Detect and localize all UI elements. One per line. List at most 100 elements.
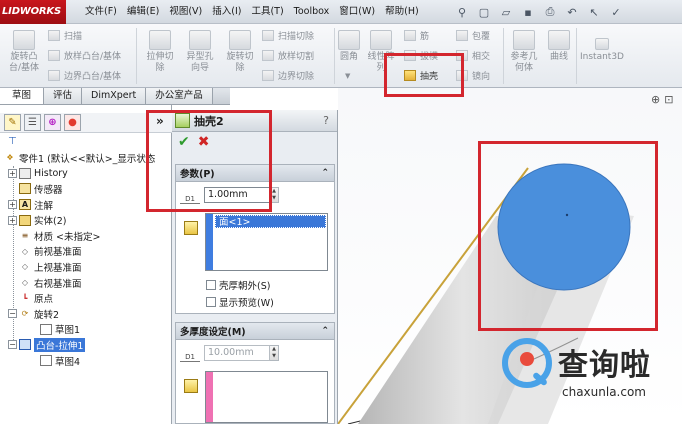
thickness-dimension-icon: D1: [180, 344, 200, 362]
mirror-label: 镜向: [472, 71, 491, 82]
boundary-cut-button[interactable]: 边界切除: [262, 68, 314, 82]
menu-window[interactable]: 窗口(W): [334, 0, 380, 24]
select-icon[interactable]: ↖: [584, 3, 604, 21]
plane-icon: ◇: [21, 246, 29, 256]
display-manager-tab-icon[interactable]: ●: [64, 114, 81, 131]
tree-node-revolve2[interactable]: − ⟳ 旋转2: [0, 306, 172, 322]
selected-face-item[interactable]: 面<1>: [215, 215, 326, 228]
wrap-button[interactable]: 包覆: [456, 28, 490, 42]
new-document-icon[interactable]: ▢: [474, 3, 494, 21]
print-icon[interactable]: ⎙: [540, 3, 560, 21]
tree-node-boss-extrude1[interactable]: − 凸台-拉伸1: [0, 337, 172, 353]
instant3d-icon: [595, 38, 609, 50]
linear-pattern-icon: [370, 30, 392, 50]
extruded-cut-button[interactable]: 拉伸切 除: [140, 30, 180, 74]
undo-icon[interactable]: ↶: [562, 3, 582, 21]
multi-thickness-faces-icon: [184, 379, 198, 393]
faces-to-remove-list[interactable]: 面<1>: [205, 213, 328, 271]
tree-node-material[interactable]: ≡ 材质 <未指定>: [0, 228, 172, 244]
expand-toggle[interactable]: −: [8, 309, 17, 319]
tab-office-products[interactable]: 办公室产品: [146, 88, 213, 104]
menu-edit[interactable]: 编辑(E): [122, 0, 164, 24]
quick-access-toolbar: ⚲ ▢ ▱ ▪ ⎙ ↶ ↖ ✓: [452, 3, 626, 21]
shell-tool-highlight-box: [384, 53, 464, 97]
tree-node-right-plane[interactable]: ◇ 右视基准面: [0, 275, 172, 291]
fillet-dropdown-icon[interactable]: ▼: [345, 72, 350, 80]
tree-node-solid-bodies[interactable]: + 实体(2): [0, 212, 172, 228]
command-manager-tabs: 草图 评估 DimXpert 办公室产品: [0, 88, 230, 105]
revolved-cut-button[interactable]: 旋转切 除: [220, 30, 260, 74]
show-preview-label: 显示预览(W): [219, 298, 274, 309]
pin-icon[interactable]: ⚲: [452, 3, 472, 21]
selection-color-strip: [206, 214, 213, 270]
lofted-cut-button[interactable]: 放样切割: [262, 48, 314, 62]
revolve-feature-icon: ⟳: [21, 309, 29, 319]
menu-view[interactable]: 视图(V): [164, 0, 207, 24]
open-icon[interactable]: ▱: [496, 3, 516, 21]
tab-sketch[interactable]: 草图: [0, 88, 45, 104]
multi-thickness-spinner[interactable]: ▲ ▼: [270, 345, 279, 361]
revolve-boss-label: 旋转凸 台/基体: [8, 52, 40, 73]
tree-node-top-plane[interactable]: ◇ 上视基准面: [0, 259, 172, 275]
tab-dimxpert[interactable]: DimXpert: [82, 88, 147, 104]
tree-node-label: 上视基准面: [34, 262, 82, 274]
faces-to-remove-icon: [184, 221, 198, 235]
fillet-label: 圆角: [339, 52, 358, 62]
expand-toggle[interactable]: +: [8, 168, 17, 178]
boundary-boss-button[interactable]: 边界凸台/基体: [48, 68, 121, 82]
collapse-icon[interactable]: ⌃: [321, 168, 329, 178]
checkbox-box[interactable]: [206, 297, 216, 307]
tree-node-front-plane[interactable]: ◇ 前视基准面: [0, 244, 172, 260]
lofted-cut-label: 放样切割: [278, 51, 315, 62]
swept-cut-icon: [262, 29, 274, 41]
multi-thickness-group-header[interactable]: 多厚度设定(M) ⌃: [176, 323, 334, 340]
menu-file[interactable]: 文件(F): [80, 0, 122, 24]
tab-evaluate[interactable]: 评估: [44, 88, 83, 104]
hole-wizard-icon: [189, 30, 211, 50]
checkbox-box[interactable]: [206, 280, 216, 290]
tree-node-label: 前视基准面: [34, 247, 82, 259]
multi-thickness-faces-list[interactable]: [205, 371, 328, 423]
sweep-button[interactable]: 扫描: [48, 28, 82, 42]
loft-icon: [48, 49, 60, 61]
swept-cut-button[interactable]: 扫描切除: [262, 28, 314, 42]
save-icon[interactable]: ▪: [518, 3, 538, 21]
property-manager-tab-icon[interactable]: ☰: [24, 114, 41, 131]
instant3d-button[interactable]: Instant3D: [578, 38, 626, 63]
app-logo: LIDWORKS: [0, 0, 66, 24]
rebuild-icon[interactable]: ✓: [606, 3, 626, 21]
tree-node-sketch4[interactable]: 草图4: [0, 353, 172, 369]
fillet-button[interactable]: 圆角: [336, 30, 362, 63]
menu-tools[interactable]: 工具(T): [246, 0, 288, 24]
configuration-manager-tab-icon[interactable]: ⊕: [44, 114, 61, 131]
menu-toolbox[interactable]: Toolbox: [289, 0, 335, 24]
extruded-cut-label: 拉伸切 除: [146, 52, 174, 73]
feature-manager-tab-icon[interactable]: ✎: [4, 114, 21, 131]
revolved-cut-icon: [229, 30, 251, 50]
help-button[interactable]: ?: [323, 114, 329, 127]
tree-node-label: 草图1: [55, 325, 81, 337]
watermark: 查询啦 chaxunla.com: [490, 330, 682, 424]
menu-insert[interactable]: 插入(I): [207, 0, 246, 24]
collapse-icon[interactable]: ⌃: [321, 326, 329, 336]
loft-boss-button[interactable]: 放样凸台/基体: [48, 48, 121, 62]
plane-icon: ◇: [21, 262, 29, 272]
rib-button[interactable]: 筋: [404, 28, 429, 42]
annotations-icon: A: [19, 199, 31, 211]
shell-outward-checkbox[interactable]: 壳厚朝外(S): [206, 278, 270, 292]
show-preview-checkbox[interactable]: 显示预览(W): [206, 295, 274, 309]
expand-toggle[interactable]: −: [8, 340, 17, 350]
material-icon: ≡: [21, 231, 29, 241]
reference-geometry-button[interactable]: 参考几 何体: [506, 30, 542, 74]
curves-button[interactable]: 曲线: [544, 30, 574, 63]
revolve-boss-button[interactable]: 旋转凸 台/基体: [4, 30, 44, 74]
tree-node-sketch1[interactable]: 草图1: [0, 322, 172, 338]
filter-icon[interactable]: ⊤: [8, 136, 17, 147]
tree-node-origin[interactable]: ┗ 原点: [0, 290, 172, 306]
expand-toggle[interactable]: +: [8, 200, 17, 210]
multi-thickness-input[interactable]: 10.00mm: [204, 345, 270, 361]
hole-wizard-button[interactable]: 异型孔 向导: [180, 30, 220, 74]
menu-help[interactable]: 帮助(H): [380, 0, 424, 24]
expand-toggle[interactable]: +: [8, 215, 17, 225]
instant3d-label: Instant3D: [580, 52, 624, 62]
